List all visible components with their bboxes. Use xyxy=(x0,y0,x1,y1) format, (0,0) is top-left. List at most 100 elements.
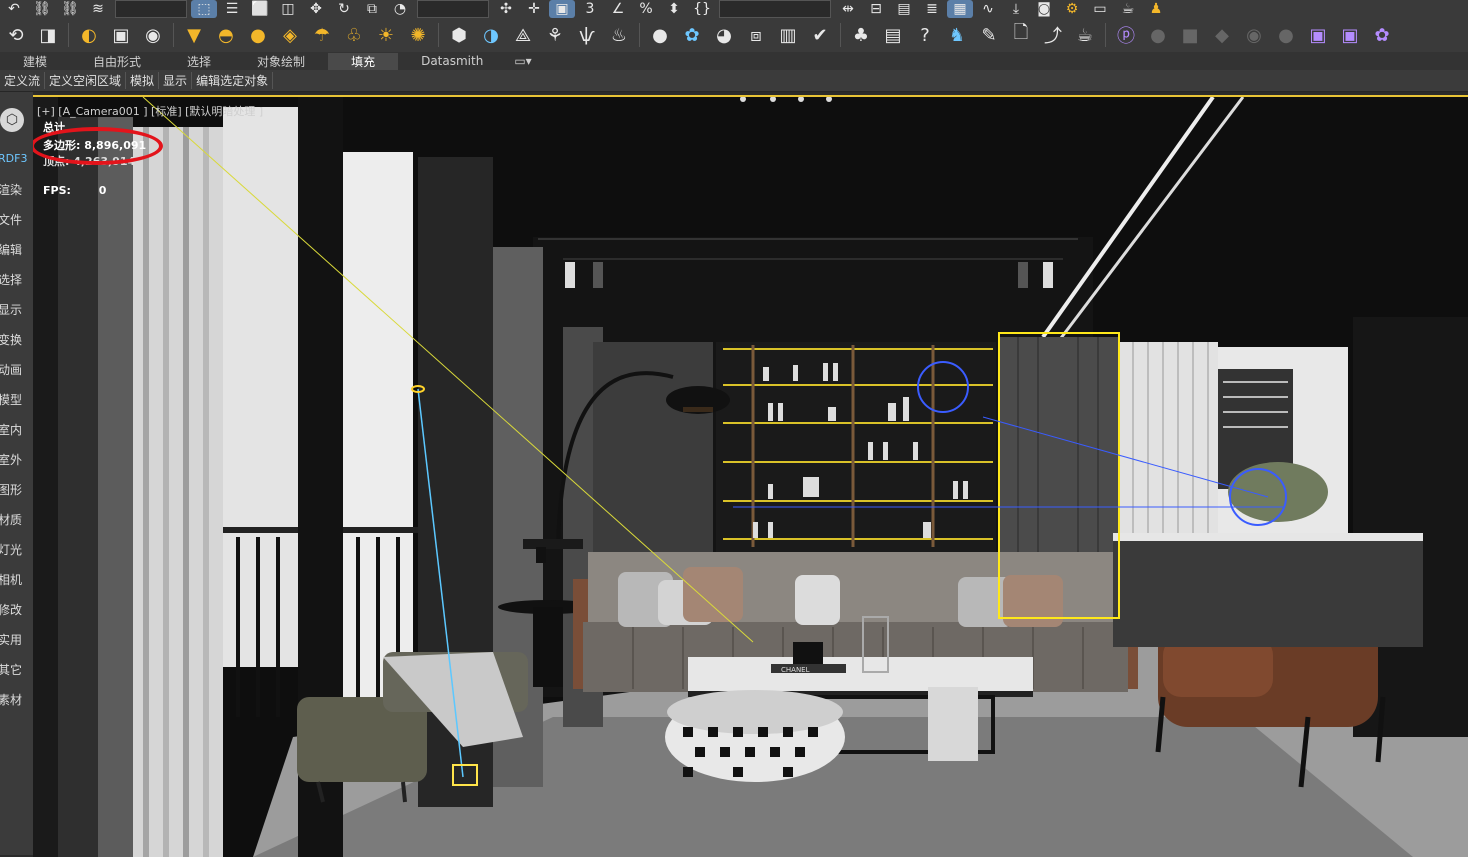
panel-item-rdf3[interactable]: RDF3 xyxy=(0,152,27,165)
scale-icon[interactable]: ⧉ xyxy=(359,0,385,18)
define-flows-button[interactable]: 定义流 xyxy=(0,72,46,89)
plugin-icon[interactable]: ♞ xyxy=(942,20,972,50)
snap-toggle-icon[interactable]: 3 xyxy=(577,0,603,18)
camera-viewport[interactable]: CHANEL [+] [A_Camera001] [标准] [默认明暗处理]… xyxy=(33,95,1468,857)
panel-item-shapes[interactable]: 图形 xyxy=(0,481,22,498)
select-object-icon[interactable]: ⬚ xyxy=(191,0,217,18)
rendered-frame-icon[interactable]: ▭ xyxy=(1087,0,1113,18)
material-sphere-icon[interactable]: ● xyxy=(645,20,675,50)
disabled-tool-icon[interactable]: ◆ xyxy=(1207,20,1237,50)
teapot-icon[interactable]: ☕ xyxy=(1070,20,1100,50)
box-icon[interactable]: ◨ xyxy=(33,20,63,50)
unlink-icon[interactable]: ⛓ xyxy=(57,0,83,18)
named-selection-icon[interactable]: {} xyxy=(689,0,715,18)
move-icon[interactable]: ✥ xyxy=(303,0,329,18)
panel-item-utilities[interactable]: 实用 xyxy=(0,631,22,648)
file-icon[interactable]: 🗋 xyxy=(1006,20,1036,50)
reference-coord-dropdown[interactable] xyxy=(417,0,489,18)
panel-item-transform[interactable]: 变换 xyxy=(0,331,22,348)
curve-editor-icon[interactable]: ∿ xyxy=(975,0,1001,18)
render-activeshade-icon[interactable]: ♟ xyxy=(1143,0,1169,18)
ribbon-options-dropdown[interactable]: ▭▾ xyxy=(506,54,539,68)
viewport-label[interactable]: [+] [A_Camera001 ] [标准] [默认明暗处理 ] xyxy=(37,103,263,119)
disabled-tool-icon[interactable]: ● xyxy=(1143,20,1173,50)
render-elements-icon[interactable]: ▥ xyxy=(773,20,803,50)
sun-icon[interactable]: ☀ xyxy=(371,20,401,50)
camera-icon[interactable]: ◉ xyxy=(138,20,168,50)
panel-item-lights[interactable]: 灯光 xyxy=(0,541,22,558)
angle-snap-icon[interactable]: ∠ xyxy=(605,0,631,18)
dsa-icon[interactable]: ▣ xyxy=(1303,20,1333,50)
list-icon[interactable]: ▤ xyxy=(878,20,908,50)
render-setup-icon[interactable]: ⚙ xyxy=(1059,0,1085,18)
vantage-icon[interactable]: ✔ xyxy=(805,20,835,50)
tab-freeform[interactable]: 自由形式 xyxy=(70,53,164,70)
fur-icon[interactable]: ◑ xyxy=(476,20,506,50)
material-editor-icon[interactable]: ◙ xyxy=(1031,0,1057,18)
disabled-tool-icon[interactable]: ■ xyxy=(1175,20,1205,50)
panel-item-animation[interactable]: 动画 xyxy=(0,361,22,378)
simulate-button[interactable]: 模拟 xyxy=(126,72,160,89)
scene-explorer-icon[interactable]: ⟲ xyxy=(1,20,31,50)
selection-filter-dropdown[interactable] xyxy=(115,0,187,18)
layer-explorer-icon[interactable]: ▤ xyxy=(891,0,917,18)
skp-icon[interactable]: ▣ xyxy=(1335,20,1365,50)
spinner-snap-icon[interactable]: ⬍ xyxy=(661,0,687,18)
plugin-p-icon[interactable]: ⓟ xyxy=(1111,20,1141,50)
panel-item-model[interactable]: 模型 xyxy=(0,391,22,408)
panel-item-file[interactable]: 文件 xyxy=(0,211,22,228)
define-idle-areas-button[interactable]: 定义空闲区域 xyxy=(45,72,127,89)
panel-item-cameras[interactable]: 相机 xyxy=(0,571,22,588)
tab-selection[interactable]: 选择 xyxy=(164,53,234,70)
disabled-tool-icon[interactable]: ● xyxy=(1271,20,1301,50)
export-icon[interactable]: ⤴ xyxy=(1038,20,1068,50)
sky-icon[interactable]: ✺ xyxy=(403,20,433,50)
plane-icon[interactable]: ⟁ xyxy=(508,20,538,50)
spot-light-icon[interactable]: ▼ xyxy=(179,20,209,50)
bind-spacewarp-icon[interactable]: ≋ xyxy=(85,0,111,18)
dome-light-icon[interactable]: ◓ xyxy=(211,20,241,50)
layer-manager-icon[interactable]: ≣ xyxy=(919,0,945,18)
mirror-icon[interactable]: ⇹ xyxy=(835,0,861,18)
fire-icon[interactable]: ♨ xyxy=(604,20,634,50)
edit-selected-button[interactable]: 编辑选定对象 xyxy=(192,72,274,89)
panel-item-exterior[interactable]: 室外 xyxy=(0,451,22,468)
camera-tool-icon[interactable]: ▣ xyxy=(106,20,136,50)
help-icon[interactable]: ? xyxy=(910,20,940,50)
settings-flower-icon[interactable]: ✿ xyxy=(1367,20,1397,50)
undo-icon[interactable]: ↶ xyxy=(1,0,27,18)
panel-item-assets[interactable]: 素材 xyxy=(0,691,22,708)
panel-item-modify[interactable]: 修改 xyxy=(0,601,22,618)
panel-item-other[interactable]: 其它 xyxy=(0,661,22,678)
mesh-light-icon[interactable]: ☂ xyxy=(307,20,337,50)
select-manipulate-icon[interactable]: ✛ xyxy=(521,0,547,18)
keyboard-shortcut-icon[interactable]: ▣ xyxy=(549,0,575,18)
tab-modeling[interactable]: 建模 xyxy=(0,53,70,70)
percent-snap-icon[interactable]: % xyxy=(633,0,659,18)
rotate-icon[interactable]: ↻ xyxy=(331,0,357,18)
panel-item-render[interactable]: 渲染 xyxy=(0,181,22,198)
ambient-light-icon[interactable]: ♧ xyxy=(339,20,369,50)
toggle-ribbon-icon[interactable]: ▦ xyxy=(947,0,973,18)
panel-item-interior[interactable]: 室内 xyxy=(0,421,22,438)
forest-icon[interactable]: ♣ xyxy=(846,20,876,50)
pivot-icon[interactable]: ✣ xyxy=(493,0,519,18)
object-paint-icon[interactable]: ◐ xyxy=(74,20,104,50)
ies-light-icon[interactable]: ◈ xyxy=(275,20,305,50)
render-production-icon[interactable]: ☕ xyxy=(1115,0,1141,18)
panel-item-select[interactable]: 选择 xyxy=(0,271,22,288)
window-crossing-icon[interactable]: ◫ xyxy=(275,0,301,18)
placement-icon[interactable]: ◔ xyxy=(387,0,413,18)
region-select-icon[interactable]: ⬜ xyxy=(247,0,273,18)
tab-object-paint[interactable]: 对象绘制 xyxy=(234,53,328,70)
multi-material-icon[interactable]: ✿ xyxy=(677,20,707,50)
scatter-icon[interactable]: ⚘ xyxy=(540,20,570,50)
proxy-icon[interactable]: ⬢ xyxy=(444,20,474,50)
display-button[interactable]: 显示 xyxy=(159,72,193,89)
align-icon[interactable]: ⊟ xyxy=(863,0,889,18)
panel-item-display[interactable]: 显示 xyxy=(0,301,22,318)
script-icon[interactable]: ✎ xyxy=(974,20,1004,50)
palette-icon[interactable]: ◕ xyxy=(709,20,739,50)
link-icon[interactable]: ⛓ xyxy=(29,0,55,18)
named-selection-dropdown[interactable] xyxy=(719,0,831,18)
